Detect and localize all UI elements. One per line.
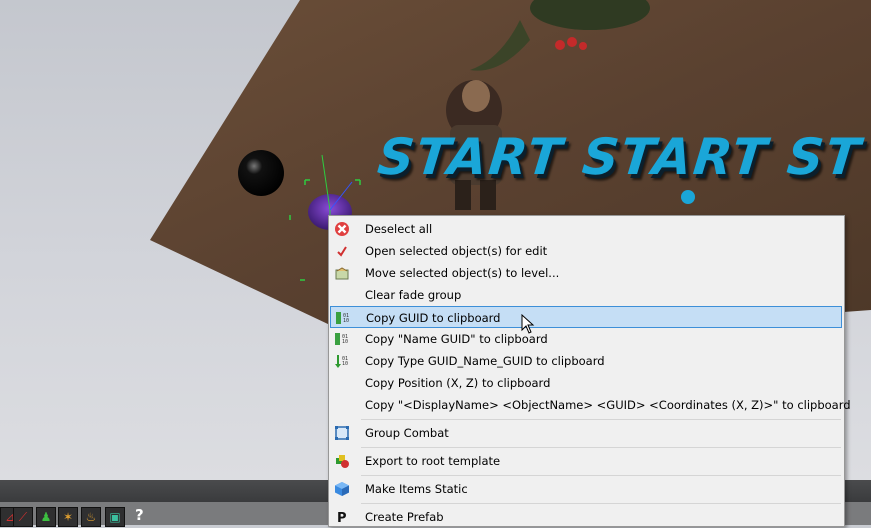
svg-text:10: 10 [343,318,349,324]
checkmark-icon [337,246,347,257]
context-menu: Deselect all Open selected object(s) for… [328,215,851,527]
menu-item-label: Copy "<DisplayName> <ObjectName> <GUID> … [365,398,851,412]
menu-item-label: Copy GUID to clipboard [366,311,501,325]
menu-separator [361,419,841,420]
menu-item-move-to-level[interactable]: Move selected object(s) to level... [330,262,842,284]
start-banner-text: START START ST [374,128,865,186]
menu-separator [361,503,841,504]
menu-item-label: Export to root template [365,454,501,468]
menu-item-label: Make Items Static [365,482,468,496]
menu-item-export-root-template[interactable]: Export to root template [330,450,842,472]
help-button[interactable]: ? [135,506,144,524]
tool-graph-icon[interactable]: ⟋ [13,507,33,527]
menu-item-open-for-edit[interactable]: Open selected object(s) for edit [330,240,842,262]
guid-icon: 01 10 [335,333,348,345]
tool-bin-icon[interactable]: ▣ [105,507,125,527]
menu-item-copy-type-guid[interactable]: 01 10 Copy Type GUID_Name_GUID to clipbo… [330,350,842,372]
mouse-cursor-icon [521,314,535,334]
prefab-p-icon: P [337,511,347,525]
menu-item-copy-name-guid[interactable]: 01 10 Copy "Name GUID" to clipboard [330,328,842,350]
menu-item-label: Deselect all [365,222,433,236]
tool-figure-icon[interactable]: ♟ [36,507,56,527]
red-x-icon [335,222,349,236]
move-to-level-icon [335,267,349,280]
tool-flame-icon[interactable]: ✶ [58,507,78,527]
menu-item-copy-position[interactable]: Copy Position (X, Z) to clipboard [330,372,842,394]
menu-item-label: Copy Type GUID_Name_GUID to clipboard [365,354,605,368]
menu-item-label: Create Prefab [365,510,444,524]
guid-green-icon: 01 10 [335,355,348,368]
group-frame-icon [335,426,349,440]
menu-item-label: Copy Position (X, Z) to clipboard [365,376,551,390]
menu-separator [361,475,841,476]
menu-item-label: Open selected object(s) for edit [365,244,548,258]
menu-item-copy-full-info[interactable]: Copy "<DisplayName> <ObjectName> <GUID> … [330,394,851,416]
menu-item-label: Group Combat [365,426,449,440]
menu-item-group-combat[interactable]: Group Combat [330,422,842,444]
menu-item-deselect-all[interactable]: Deselect all [330,218,842,240]
menu-item-make-items-static[interactable]: Make Items Static [330,478,842,500]
menu-item-copy-guid[interactable]: 01 10 Copy GUID to clipboard [330,306,842,328]
svg-text:10: 10 [342,339,348,345]
menu-item-label: Move selected object(s) to level... [365,266,560,280]
menu-item-clear-fade-group[interactable]: Clear fade group [330,284,842,306]
tool-fire-icon[interactable]: ♨ [81,507,101,527]
svg-text:10: 10 [342,361,348,367]
blue-cube-icon [335,482,349,496]
menu-item-label: Copy "Name GUID" to clipboard [365,332,548,346]
export-template-icon [336,455,349,468]
black-orb [238,150,284,196]
menu-separator [361,447,841,448]
guid-icon: 01 10 [336,312,349,324]
svg-text:P: P [337,511,347,525]
menu-item-label: Clear fade group [365,288,462,302]
